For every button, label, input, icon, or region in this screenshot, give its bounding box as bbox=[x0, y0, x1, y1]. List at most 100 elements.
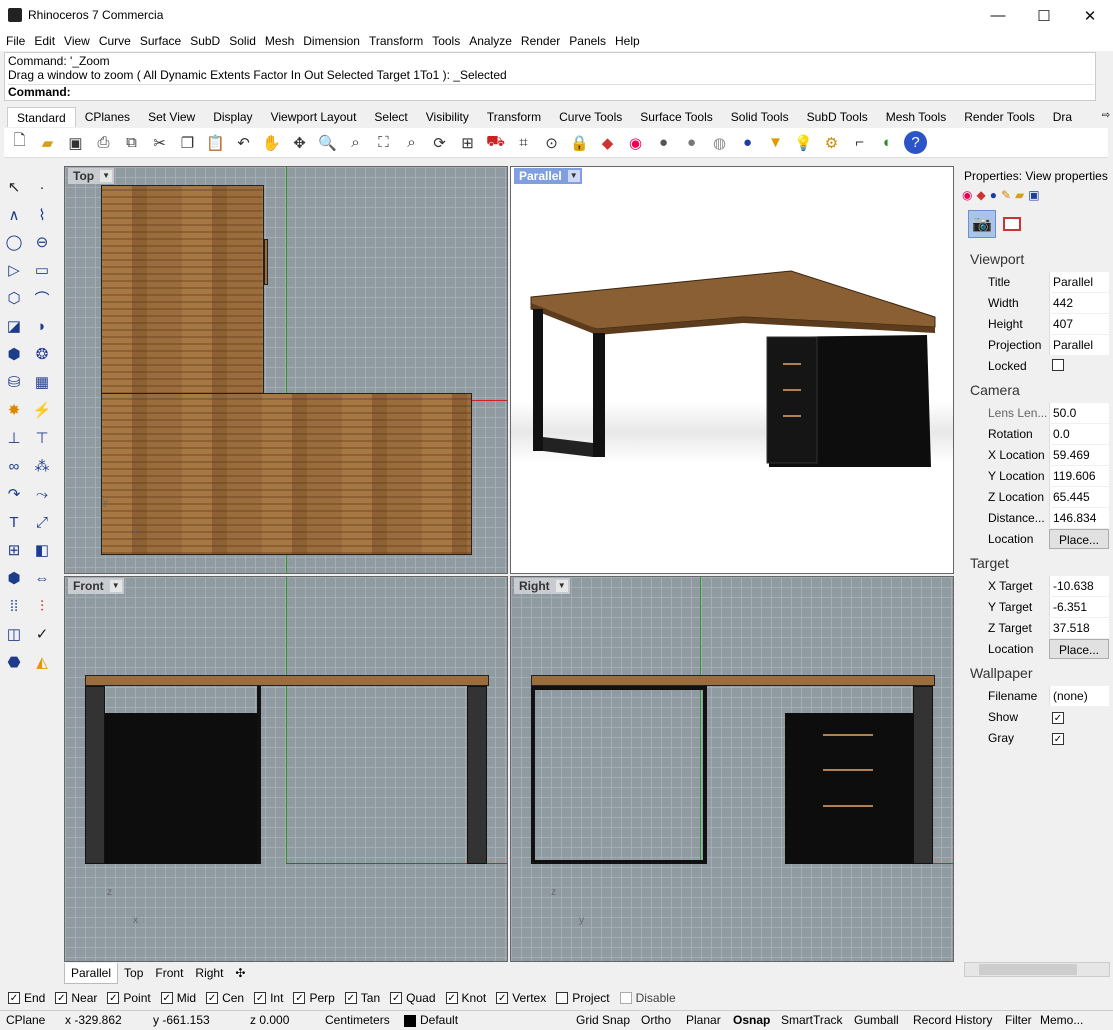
top-viewport[interactable]: y x Top ▼ bbox=[64, 166, 508, 574]
bulb-icon[interactable]: 💡 bbox=[792, 131, 815, 154]
mirror-icon[interactable]: ◧ bbox=[31, 539, 53, 561]
render-icon[interactable]: ● bbox=[990, 188, 997, 202]
menu-subd[interactable]: SubD bbox=[186, 31, 224, 51]
sphere-icon[interactable]: ● bbox=[652, 131, 675, 154]
lock-icon[interactable]: 🔒 bbox=[568, 131, 591, 154]
tabs-scroll-arrow-icon[interactable]: ⇨ bbox=[1100, 110, 1112, 124]
menu-transform[interactable]: Transform bbox=[365, 31, 427, 51]
grid-array-icon[interactable]: ⁞⁞ bbox=[3, 595, 25, 617]
snap-icon[interactable]: ⌐ bbox=[848, 131, 871, 154]
curve-icon[interactable]: ⌇ bbox=[31, 204, 53, 226]
zoom-icon[interactable]: 🔍 bbox=[316, 131, 339, 154]
gear-icon[interactable]: ⚙ bbox=[820, 131, 843, 154]
menu-solid[interactable]: Solid bbox=[225, 31, 260, 51]
tab-visibility[interactable]: Visibility bbox=[417, 107, 478, 127]
show-checkbox[interactable]: ✓ bbox=[1052, 712, 1064, 724]
globe-icon[interactable]: ◐ bbox=[876, 131, 899, 154]
filename-field[interactable]: (none) bbox=[1049, 686, 1109, 706]
add-viewport-icon[interactable]: ✣ bbox=[229, 963, 251, 983]
viewport-label[interactable]: Top ▼ bbox=[68, 168, 115, 184]
target-place-button[interactable]: Place... bbox=[1049, 639, 1109, 659]
menu-render[interactable]: Render bbox=[517, 31, 564, 51]
box-icon[interactable]: ⬢ bbox=[3, 343, 25, 365]
mesh-icon[interactable]: ▦ bbox=[31, 371, 53, 393]
viewport-label[interactable]: Right ▼ bbox=[514, 578, 570, 594]
tab-drafting[interactable]: Dra bbox=[1044, 107, 1081, 127]
menu-file[interactable]: File bbox=[2, 31, 29, 51]
filter-toggle[interactable]: Filter bbox=[1005, 1013, 1032, 1027]
osnap-vertex[interactable]: ✓ Vertex bbox=[496, 991, 546, 1005]
chevron-down-icon[interactable]: ▼ bbox=[100, 170, 113, 182]
point-icon[interactable]: · bbox=[31, 176, 53, 198]
polygon-icon[interactable]: ▷ bbox=[3, 259, 25, 281]
osnap-mid[interactable]: ✓ Mid bbox=[160, 991, 196, 1005]
command-scrollbar[interactable] bbox=[1097, 52, 1111, 101]
trim-icon[interactable]: ⊤ bbox=[31, 427, 53, 449]
planar-toggle[interactable]: Planar bbox=[686, 1013, 721, 1027]
checkbox[interactable]: ✓ bbox=[293, 992, 306, 1004]
save-icon[interactable]: ▣ bbox=[64, 131, 87, 154]
tab-curve-tools[interactable]: Curve Tools bbox=[550, 107, 631, 127]
menu-edit[interactable]: Edit bbox=[30, 31, 59, 51]
tab-transform[interactable]: Transform bbox=[478, 107, 550, 127]
blue-sphere-icon[interactable]: ● bbox=[736, 131, 759, 154]
rebuild-icon[interactable]: ⤳ bbox=[31, 483, 53, 505]
checkbox[interactable]: ✓ bbox=[254, 992, 267, 1004]
menu-mesh[interactable]: Mesh bbox=[261, 31, 298, 51]
explode-icon[interactable]: ✸ bbox=[3, 399, 25, 421]
panel-horizontal-scrollbar[interactable] bbox=[964, 962, 1110, 977]
maximize-button[interactable]: ☐ bbox=[1021, 0, 1067, 31]
osnap-knot[interactable]: ✓ Knot bbox=[445, 991, 486, 1005]
copy-icon[interactable]: ❐ bbox=[176, 131, 199, 154]
camera-place-button[interactable]: Place... bbox=[1049, 529, 1109, 549]
material-icon[interactable]: ◆ bbox=[976, 188, 985, 202]
undo-icon[interactable]: ↶ bbox=[232, 131, 255, 154]
import-icon[interactable]: ⧉ bbox=[120, 131, 143, 154]
distance-field[interactable]: 146.834 bbox=[1049, 508, 1109, 528]
text-icon[interactable]: T bbox=[3, 511, 25, 533]
tab-viewport-layout[interactable]: Viewport Layout bbox=[262, 107, 366, 127]
tab-surface-tools[interactable]: Surface Tools bbox=[631, 107, 722, 127]
cut-icon[interactable]: ✂ bbox=[148, 131, 171, 154]
rotate-view-icon[interactable]: ⟳ bbox=[428, 131, 451, 154]
grid-icon[interactable]: ⌗ bbox=[512, 131, 535, 154]
menu-tools[interactable]: Tools bbox=[428, 31, 464, 51]
z-target-field[interactable]: 37.518 bbox=[1049, 618, 1109, 638]
rectangle-icon[interactable]: ▭ bbox=[31, 259, 53, 281]
ortho-toggle[interactable]: Ortho bbox=[641, 1013, 671, 1027]
menu-panels[interactable]: Panels bbox=[565, 31, 610, 51]
tab-solid-tools[interactable]: Solid Tools bbox=[722, 107, 798, 127]
layers-icon[interactable]: ◆ bbox=[596, 131, 619, 154]
viewport-label[interactable]: Front ▼ bbox=[68, 578, 124, 594]
checkbox[interactable]: ✓ bbox=[55, 992, 68, 1004]
open-icon[interactable]: ▰ bbox=[36, 131, 59, 154]
vptab-front[interactable]: Front bbox=[149, 963, 189, 983]
align-icon[interactable]: ⫶ bbox=[31, 595, 53, 617]
surface-icon[interactable]: ◪ bbox=[3, 315, 25, 337]
zoom-selected-icon[interactable]: ⌕ bbox=[400, 131, 423, 154]
shaded-sphere-icon[interactable]: ● bbox=[680, 131, 703, 154]
menu-help[interactable]: Help bbox=[611, 31, 644, 51]
lightning-icon[interactable]: ⚡ bbox=[31, 399, 53, 421]
library-icon[interactable]: ▣ bbox=[1028, 188, 1039, 202]
height-field[interactable]: 407 bbox=[1049, 314, 1109, 334]
menu-dimension[interactable]: Dimension bbox=[299, 31, 364, 51]
vptab-top[interactable]: Top bbox=[118, 963, 149, 983]
tab-cplanes[interactable]: CPlanes bbox=[76, 107, 139, 127]
hexagon-icon[interactable]: ⬡ bbox=[3, 287, 25, 309]
command-prompt-input[interactable]: Command: bbox=[8, 84, 1094, 99]
block-icon[interactable]: ⬢ bbox=[3, 567, 25, 589]
circle-icon[interactable]: ◯ bbox=[3, 231, 25, 253]
parallel-viewport[interactable]: Parallel ▼ bbox=[510, 166, 954, 574]
checkbox[interactable]: ✓ bbox=[160, 992, 173, 1004]
checkbox[interactable] bbox=[619, 992, 632, 1004]
osnap-end[interactable]: ✓ End bbox=[8, 991, 45, 1005]
render-sphere-icon[interactable]: ◍ bbox=[708, 131, 731, 154]
units-label[interactable]: Centimeters bbox=[325, 1013, 390, 1027]
boolean-icon[interactable]: ∞ bbox=[3, 455, 25, 477]
group-icon[interactable]: ⊞ bbox=[3, 539, 25, 561]
menu-curve[interactable]: Curve bbox=[95, 31, 135, 51]
menu-surface[interactable]: Surface bbox=[136, 31, 185, 51]
zoom-window-icon[interactable]: ⌕ bbox=[344, 131, 367, 154]
viewport-label[interactable]: Parallel ▼ bbox=[514, 168, 582, 184]
